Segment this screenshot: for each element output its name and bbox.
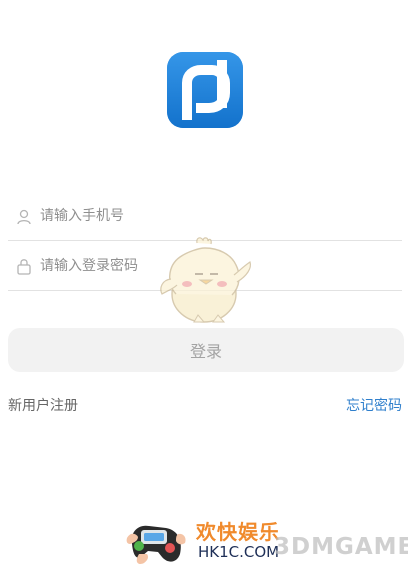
lock-icon: [17, 259, 31, 275]
forgot-password-link[interactable]: 忘记密码: [346, 395, 402, 415]
watermark-title: 欢快娱乐: [196, 520, 280, 544]
user-icon: [17, 209, 31, 225]
login-button[interactable]: 登录: [8, 328, 404, 372]
gamepad-logo-icon: [126, 525, 186, 564]
watermark-brand: 3DMGAME: [274, 534, 408, 560]
phone-field: [8, 192, 402, 241]
register-link[interactable]: 新用户注册: [8, 395, 78, 415]
watermark: 欢快娱乐 HK1C.COM 3DMGAME: [124, 510, 408, 568]
mascot-watermark: [160, 237, 252, 323]
pd-logo-icon: [167, 52, 243, 128]
app-logo: [167, 52, 243, 128]
watermark-url: HK1C.COM: [198, 543, 280, 561]
phone-input[interactable]: [40, 204, 340, 228]
